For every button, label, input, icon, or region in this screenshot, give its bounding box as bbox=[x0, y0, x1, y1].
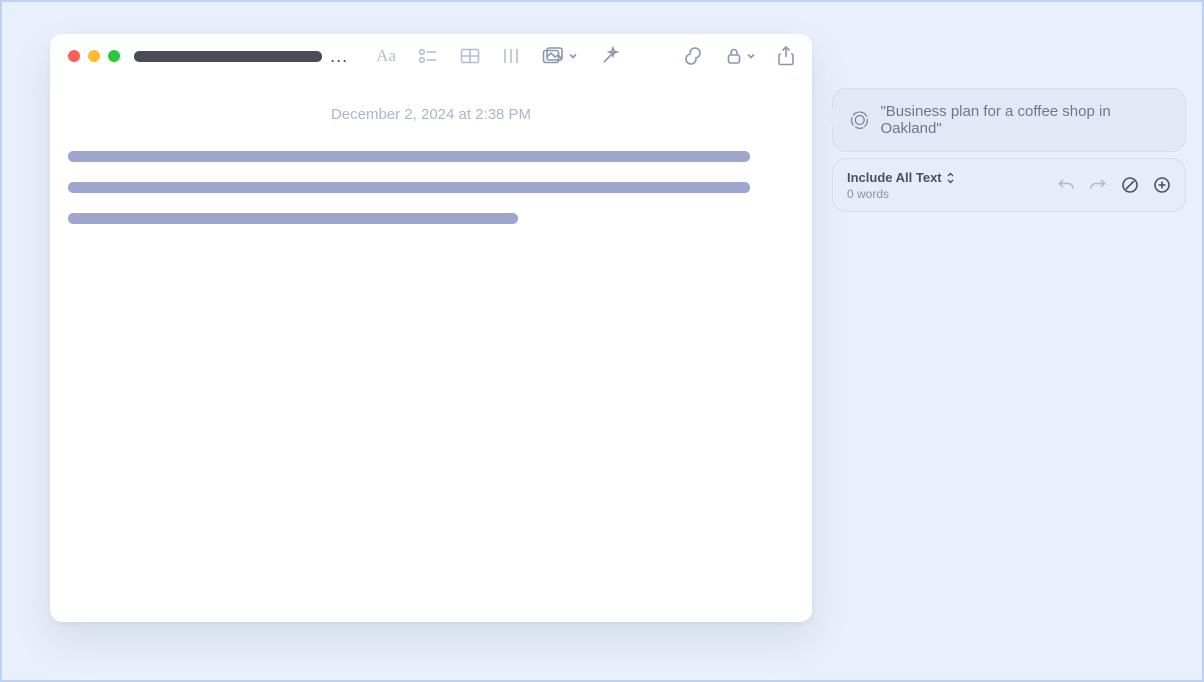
link-button[interactable] bbox=[682, 47, 704, 65]
checklist-button[interactable] bbox=[418, 47, 438, 65]
table-icon bbox=[460, 48, 480, 64]
link-icon bbox=[682, 47, 704, 65]
assistant-options-bar: Include All Text 0 words bbox=[832, 158, 1186, 212]
include-scope-label: Include All Text bbox=[847, 170, 942, 185]
zoom-window-button[interactable] bbox=[108, 50, 120, 62]
include-scope-control[interactable]: Include All Text 0 words bbox=[847, 169, 1057, 201]
add-button[interactable] bbox=[1153, 176, 1171, 194]
note-body[interactable] bbox=[50, 123, 812, 224]
share-icon bbox=[778, 46, 794, 66]
assistant-prompt-bubble[interactable]: "Business plan for a coffee shop in Oakl… bbox=[832, 88, 1186, 152]
cancel-button[interactable] bbox=[1121, 176, 1139, 194]
media-button[interactable] bbox=[542, 47, 578, 65]
table-button[interactable] bbox=[460, 48, 480, 64]
text-format-icon: Aa bbox=[376, 46, 396, 66]
chatgpt-icon bbox=[849, 109, 870, 131]
plus-circle-icon bbox=[1153, 176, 1171, 194]
assistant-panel: "Business plan for a coffee shop in Oakl… bbox=[832, 88, 1186, 212]
text-format-button[interactable]: Aa bbox=[376, 46, 396, 66]
title-ellipsis: ... bbox=[330, 51, 348, 62]
minimize-window-button[interactable] bbox=[88, 50, 100, 62]
share-button[interactable] bbox=[778, 46, 794, 66]
lock-button[interactable] bbox=[726, 47, 756, 65]
redo-button[interactable] bbox=[1089, 177, 1107, 193]
lock-icon bbox=[726, 47, 742, 65]
editor-toolbar: Aa bbox=[376, 46, 794, 66]
note-title-placeholder bbox=[134, 51, 322, 62]
checklist-icon bbox=[418, 47, 438, 65]
align-icon bbox=[502, 47, 520, 65]
undo-icon bbox=[1057, 177, 1075, 193]
text-line-placeholder bbox=[68, 151, 750, 162]
text-line-placeholder bbox=[68, 182, 750, 193]
undo-button[interactable] bbox=[1057, 177, 1075, 193]
chevron-down-icon bbox=[568, 51, 578, 61]
window-controls bbox=[68, 50, 120, 62]
wand-button[interactable] bbox=[600, 46, 620, 66]
chevron-down-icon bbox=[746, 51, 756, 61]
cancel-icon bbox=[1121, 176, 1139, 194]
media-icon bbox=[542, 47, 564, 65]
updown-icon bbox=[946, 172, 955, 184]
text-line-placeholder bbox=[68, 213, 518, 224]
note-timestamp: December 2, 2024 at 2:38 PM bbox=[50, 106, 812, 123]
wand-icon bbox=[600, 46, 620, 66]
notes-window: ... Aa bbox=[50, 34, 812, 622]
titlebar: ... Aa bbox=[50, 34, 812, 78]
word-count-label: 0 words bbox=[847, 187, 1057, 201]
redo-icon bbox=[1089, 177, 1107, 193]
align-button[interactable] bbox=[502, 47, 520, 65]
close-window-button[interactable] bbox=[68, 50, 80, 62]
assistant-prompt-text: "Business plan for a coffee shop in Oakl… bbox=[880, 103, 1169, 137]
